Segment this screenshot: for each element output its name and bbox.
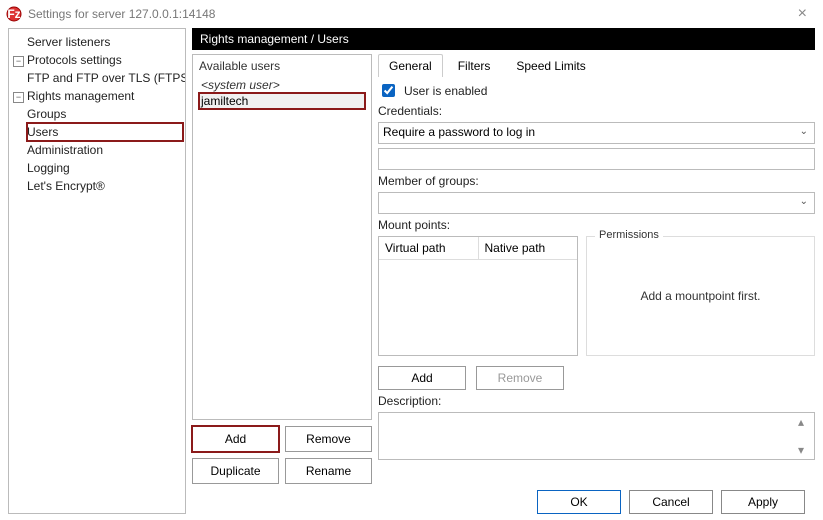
mount-points-table[interactable]: Virtual path Native path bbox=[378, 236, 578, 356]
app-icon: Fz bbox=[6, 6, 22, 22]
tree-protocols-settings[interactable]: −Protocols settings FTP and FTP over TLS… bbox=[13, 51, 183, 87]
tree-administration[interactable]: Administration bbox=[13, 141, 183, 159]
user-enabled-label: User is enabled bbox=[404, 84, 487, 98]
scroll-up-icon[interactable]: ▴ bbox=[798, 415, 812, 429]
user-item-jamiltech[interactable]: jamiltech bbox=[199, 93, 365, 109]
ok-button[interactable]: OK bbox=[537, 490, 621, 514]
tab-speed-limits[interactable]: Speed Limits bbox=[505, 54, 596, 77]
col-native-path: Native path bbox=[479, 237, 578, 259]
permissions-panel: Permissions Add a mountpoint first. bbox=[586, 236, 815, 356]
tree-rights-management[interactable]: −Rights management Groups Users bbox=[13, 87, 183, 141]
window-title: Settings for server 127.0.0.1:14148 bbox=[28, 7, 215, 21]
available-users-title: Available users bbox=[199, 59, 365, 73]
password-input[interactable] bbox=[378, 148, 815, 170]
add-mount-button[interactable]: Add bbox=[378, 366, 466, 390]
tabs: General Filters Speed Limits bbox=[378, 54, 815, 77]
tree-logging[interactable]: Logging bbox=[13, 159, 183, 177]
svg-text:Fz: Fz bbox=[7, 7, 20, 21]
remove-mount-button: Remove bbox=[476, 366, 564, 390]
cancel-button[interactable]: Cancel bbox=[629, 490, 713, 514]
titlebar: Fz Settings for server 127.0.0.1:14148 × bbox=[0, 0, 823, 28]
available-users-list: Available users <system user> jamiltech bbox=[192, 54, 372, 420]
chevron-down-icon: ⌄ bbox=[800, 126, 808, 137]
apply-button[interactable]: Apply bbox=[721, 490, 805, 514]
tab-filters[interactable]: Filters bbox=[447, 54, 502, 77]
tab-general[interactable]: General bbox=[378, 54, 443, 77]
rename-user-button[interactable]: Rename bbox=[285, 458, 372, 484]
tree-server-listeners[interactable]: Server listeners bbox=[13, 33, 183, 51]
credentials-select[interactable]: Require a password to log in ⌄ bbox=[378, 122, 815, 144]
section-header: Rights management / Users bbox=[192, 28, 815, 50]
collapse-icon[interactable]: − bbox=[13, 56, 24, 67]
member-groups-select[interactable]: ⌄ bbox=[378, 192, 815, 214]
tree-users[interactable]: Users bbox=[27, 123, 183, 141]
member-groups-label: Member of groups: bbox=[378, 174, 815, 188]
scroll-down-icon[interactable]: ▾ bbox=[798, 443, 812, 457]
duplicate-user-button[interactable]: Duplicate bbox=[192, 458, 279, 484]
user-enabled-checkbox[interactable] bbox=[382, 84, 395, 97]
permissions-label: Permissions bbox=[595, 229, 663, 241]
chevron-down-icon: ⌄ bbox=[800, 196, 808, 207]
close-icon[interactable]: × bbox=[788, 3, 817, 25]
collapse-icon[interactable]: − bbox=[13, 92, 24, 103]
permissions-message: Add a mountpoint first. bbox=[593, 289, 808, 303]
description-label: Description: bbox=[378, 394, 815, 408]
credentials-label: Credentials: bbox=[378, 104, 815, 118]
tree-groups[interactable]: Groups bbox=[27, 105, 183, 123]
tree-ftp-tls[interactable]: FTP and FTP over TLS (FTPS) bbox=[27, 69, 183, 87]
nav-tree: Server listeners −Protocols settings FTP… bbox=[8, 28, 186, 514]
user-item-system[interactable]: <system user> bbox=[199, 77, 365, 93]
description-textarea[interactable]: ▴▾ bbox=[378, 412, 815, 460]
tree-lets-encrypt[interactable]: Let's Encrypt® bbox=[13, 177, 183, 195]
add-user-button[interactable]: Add bbox=[192, 426, 279, 452]
col-virtual-path: Virtual path bbox=[379, 237, 479, 259]
remove-user-button[interactable]: Remove bbox=[285, 426, 372, 452]
